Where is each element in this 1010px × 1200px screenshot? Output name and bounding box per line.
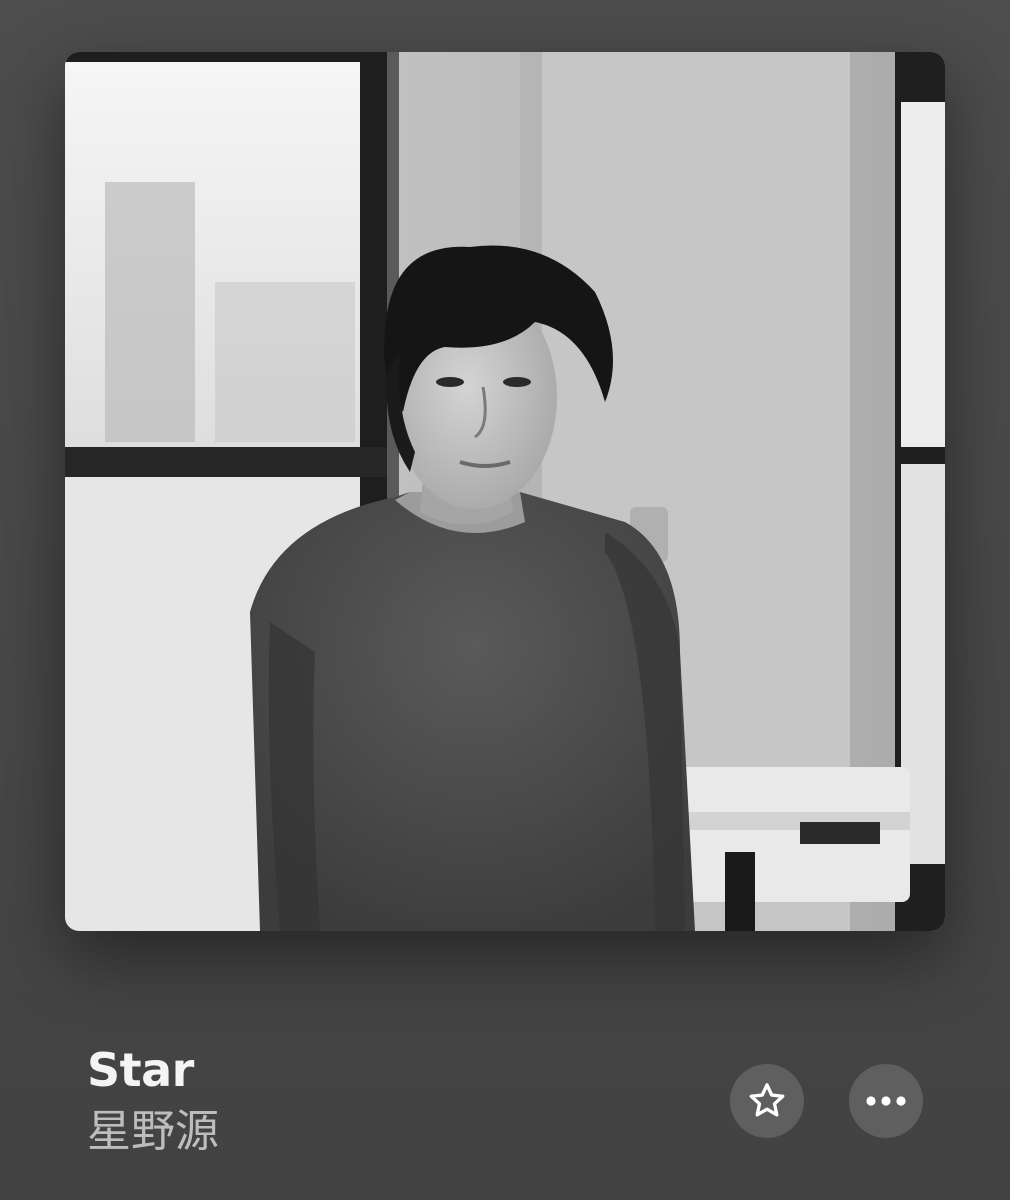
more-options-button[interactable] (849, 1064, 923, 1138)
ellipsis-icon (866, 1096, 906, 1106)
star-outline-icon (749, 1083, 785, 1117)
album-artwork-photo (65, 52, 945, 931)
album-artwork[interactable] (65, 52, 945, 931)
favorite-button[interactable] (730, 1064, 804, 1138)
artist-name[interactable]: 星野源 (87, 1104, 219, 1160)
song-title: Star (87, 1043, 194, 1097)
